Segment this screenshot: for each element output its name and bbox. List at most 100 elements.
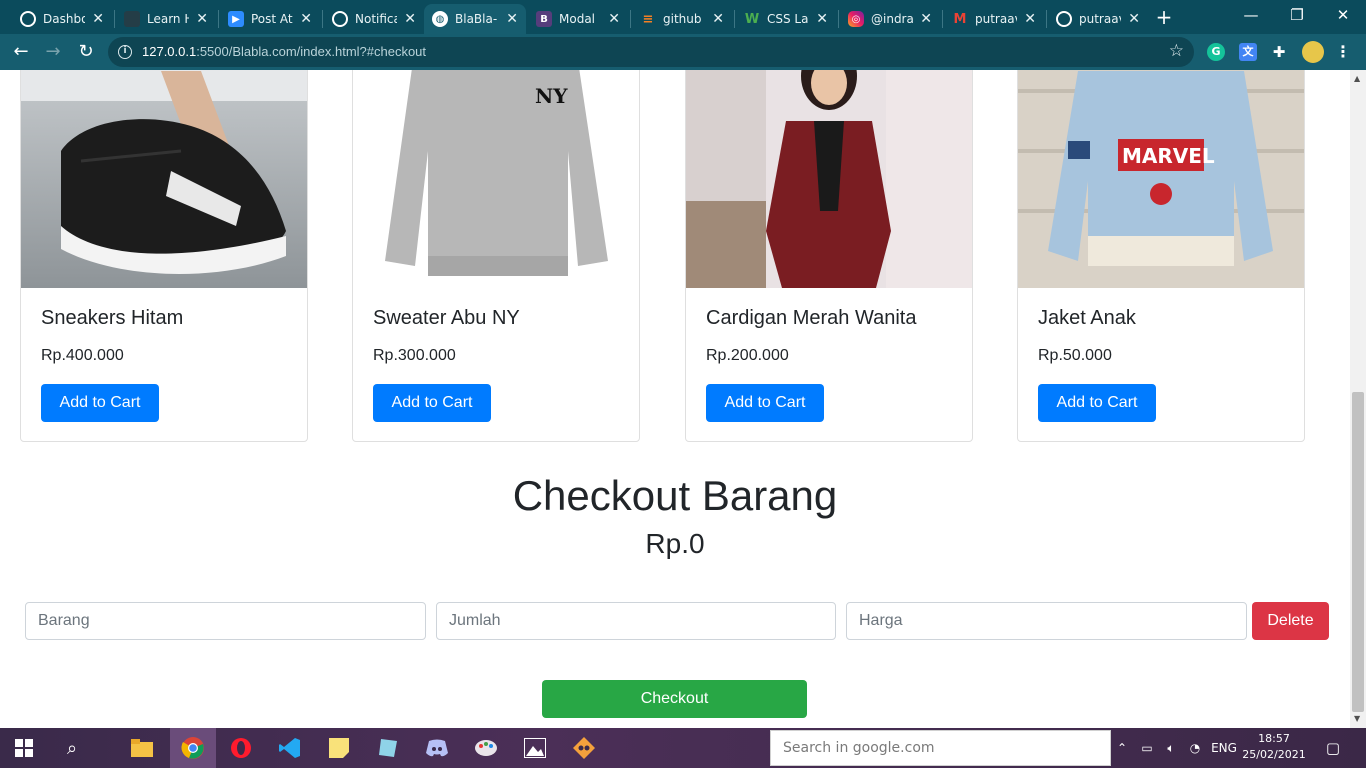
product-price: Rp.300.000 bbox=[373, 347, 456, 364]
url-path: :5500/Blabla.com/index.html?#checkout bbox=[196, 44, 427, 59]
instagram-icon: ◎ bbox=[848, 11, 864, 27]
close-icon[interactable]: ✕ bbox=[404, 11, 416, 27]
product-card: NY Sweater Abu NY Rp.300.000 Add to Cart bbox=[352, 70, 640, 442]
paint-icon[interactable] bbox=[472, 734, 500, 762]
scroll-up-arrow-icon[interactable]: ▲ bbox=[1354, 74, 1360, 83]
git-icon[interactable] bbox=[570, 734, 598, 762]
github-icon bbox=[20, 11, 36, 27]
minimize-button[interactable]: — bbox=[1228, 0, 1274, 32]
tab-7[interactable]: W CSS Lay ✕ bbox=[736, 4, 836, 34]
wifi-icon[interactable]: ◔ bbox=[1186, 728, 1204, 768]
battery-icon[interactable]: ▭ bbox=[1138, 728, 1156, 768]
close-icon[interactable]: ✕ bbox=[1024, 11, 1036, 27]
bookmark-star-icon[interactable]: ☆ bbox=[1169, 41, 1184, 61]
tab-title: @indra bbox=[871, 12, 913, 26]
checkout-total: Rp.0 bbox=[645, 528, 705, 559]
bootstrap-icon: B bbox=[536, 11, 552, 27]
add-to-cart-button[interactable]: Add to Cart bbox=[706, 384, 824, 422]
product-card: MARVEL Jaket Anak Rp.50.000 Add to Cart bbox=[1017, 70, 1305, 442]
delete-button[interactable]: Delete bbox=[1252, 602, 1329, 640]
info-icon[interactable]: i bbox=[118, 45, 132, 59]
learn-icon bbox=[124, 11, 140, 27]
address-bar[interactable]: i 127.0.0.1:5500/Blabla.com/index.html?#… bbox=[108, 37, 1194, 67]
new-tab-button[interactable]: + bbox=[1152, 6, 1176, 30]
extensions-puzzle-icon[interactable]: ✚ bbox=[1270, 43, 1288, 61]
close-icon[interactable]: ✕ bbox=[1128, 11, 1140, 27]
menu-kebab-icon[interactable]: ⋮ bbox=[1334, 43, 1352, 61]
avatar[interactable] bbox=[1302, 41, 1324, 63]
tab-3[interactable]: Notifica ✕ bbox=[324, 4, 424, 34]
forward-button[interactable]: → bbox=[40, 39, 66, 65]
tab-10[interactable]: putraav ✕ bbox=[1048, 4, 1148, 34]
item-name-field[interactable]: Barang bbox=[25, 602, 426, 640]
price-field[interactable]: Harga bbox=[846, 602, 1247, 640]
tab-4-active[interactable]: ◍ BlaBla- ✕ bbox=[424, 4, 526, 34]
grammarly-icon[interactable]: G bbox=[1207, 43, 1225, 61]
marvel-logo: MARVEL bbox=[1122, 144, 1215, 168]
product-image-sweater: NY bbox=[353, 70, 639, 288]
close-icon[interactable]: ✕ bbox=[92, 11, 104, 27]
tab-0[interactable]: Dashbo ✕ bbox=[12, 4, 112, 34]
tab-5[interactable]: B Modal ✕ bbox=[528, 4, 628, 34]
back-button[interactable]: ← bbox=[8, 39, 34, 65]
system-clock[interactable]: 18:57 25/02/2021 bbox=[1242, 731, 1306, 763]
taskbar-search-input[interactable]: Search in google.com bbox=[770, 730, 1111, 766]
close-icon[interactable]: ✕ bbox=[712, 11, 724, 27]
notes-app-icon[interactable] bbox=[374, 734, 402, 762]
product-price: Rp.50.000 bbox=[1038, 347, 1112, 364]
close-icon[interactable]: ✕ bbox=[608, 11, 620, 27]
product-price: Rp.200.000 bbox=[706, 347, 789, 364]
scrollbar-thumb[interactable] bbox=[1352, 392, 1364, 712]
file-explorer-icon[interactable] bbox=[128, 734, 156, 762]
tab-6[interactable]: ≡ github ✕ bbox=[632, 4, 732, 34]
clock-date: 25/02/2021 bbox=[1242, 748, 1306, 761]
checkout-button[interactable]: Checkout bbox=[542, 680, 807, 718]
search-icon[interactable]: ⌕ bbox=[58, 734, 86, 762]
product-image-cardigan bbox=[686, 70, 972, 288]
tab-1[interactable]: Learn H ✕ bbox=[116, 4, 216, 34]
tab-9[interactable]: M putraav ✕ bbox=[944, 4, 1044, 34]
volume-icon[interactable]: 🔈︎ bbox=[1162, 728, 1180, 768]
translate-icon[interactable]: 文 bbox=[1239, 43, 1257, 61]
tray-chevron-icon[interactable]: ⌃ bbox=[1114, 728, 1130, 768]
add-to-cart-button[interactable]: Add to Cart bbox=[1038, 384, 1156, 422]
tab-title: github bbox=[663, 12, 702, 26]
reload-button[interactable]: ↻ bbox=[73, 39, 99, 65]
sticky-notes-icon[interactable] bbox=[325, 734, 353, 762]
product-name: Jaket Anak bbox=[1038, 307, 1136, 329]
tab-8[interactable]: ◎ @indra ✕ bbox=[840, 4, 940, 34]
product-name: Sneakers Hitam bbox=[41, 307, 184, 329]
photos-icon[interactable] bbox=[521, 734, 549, 762]
add-to-cart-button[interactable]: Add to Cart bbox=[41, 384, 159, 422]
opera-icon[interactable] bbox=[227, 734, 255, 762]
close-window-button[interactable]: ✕ bbox=[1320, 0, 1366, 32]
tab-title: putraav bbox=[975, 12, 1017, 26]
checkout-title: Checkout Barang bbox=[512, 472, 838, 519]
quantity-field[interactable]: Jumlah bbox=[436, 602, 836, 640]
page-viewport: Sneakers Hitam Rp.400.000 Add to Cart NY… bbox=[0, 70, 1350, 728]
tab-strip: Dashbo ✕ Learn H ✕ ▶ Post At ✕ Notifica … bbox=[0, 0, 1366, 34]
add-to-cart-button[interactable]: Add to Cart bbox=[373, 384, 491, 422]
chrome-taskbar-icon[interactable] bbox=[170, 728, 216, 768]
vscode-icon[interactable] bbox=[276, 734, 304, 762]
restore-button[interactable]: ❐ bbox=[1274, 0, 1320, 32]
page-scrollbar[interactable]: ▲ ▼ bbox=[1350, 70, 1366, 728]
product-name: Cardigan Merah Wanita bbox=[706, 307, 917, 329]
notification-icon[interactable]: ▢ bbox=[1320, 728, 1346, 768]
tab-2[interactable]: ▶ Post At ✕ bbox=[220, 4, 320, 34]
close-icon[interactable]: ✕ bbox=[920, 11, 932, 27]
close-icon[interactable]: ✕ bbox=[196, 11, 208, 27]
windows-start-icon[interactable] bbox=[10, 734, 38, 762]
close-icon[interactable]: ✕ bbox=[300, 11, 312, 27]
product-image-jacket: MARVEL bbox=[1018, 70, 1304, 288]
tab-title: putraav bbox=[1079, 12, 1121, 26]
url-text[interactable]: 127.0.0.1:5500/Blabla.com/index.html?#ch… bbox=[142, 44, 426, 59]
close-icon[interactable]: ✕ bbox=[506, 11, 518, 27]
tab-title: Post At bbox=[251, 12, 293, 26]
scroll-down-arrow-icon[interactable]: ▼ bbox=[1354, 714, 1360, 723]
close-icon[interactable]: ✕ bbox=[816, 11, 828, 27]
product-card: Cardigan Merah Wanita Rp.200.000 Add to … bbox=[685, 70, 973, 442]
language-indicator[interactable]: ENG bbox=[1210, 728, 1238, 768]
discord-icon[interactable] bbox=[423, 734, 451, 762]
browser-toolbar: ← → ↻ i 127.0.0.1:5500/Blabla.com/index.… bbox=[0, 34, 1366, 70]
